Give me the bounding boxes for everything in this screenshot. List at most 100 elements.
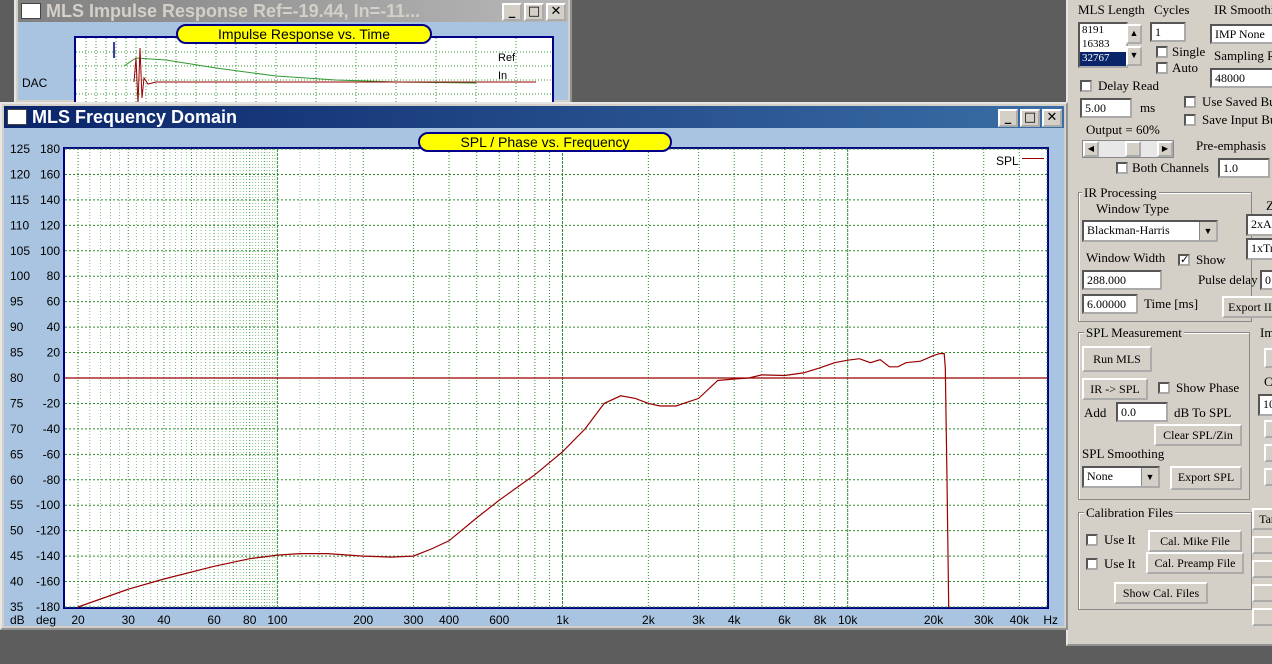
- use-saved-checkbox[interactable]: [1184, 96, 1196, 108]
- single-checkbox[interactable]: [1156, 46, 1168, 58]
- mls-length-list[interactable]: 8191 16383 32767: [1078, 22, 1128, 68]
- minimize-button[interactable]: _: [502, 3, 522, 21]
- y-tick-label-deg: -100: [36, 498, 60, 512]
- export-ir-button[interactable]: Export II: [1222, 296, 1272, 318]
- ir-smoothing-dropdown[interactable]: IMP None: [1210, 24, 1272, 44]
- spl-legend-label: SPL: [996, 154, 1019, 168]
- tar-button[interactable]: Tar: [1252, 508, 1272, 530]
- add-db-input[interactable]: 0.0: [1116, 402, 1168, 422]
- freq-chart-title: SPL / Phase vs. Frequency: [418, 132, 672, 152]
- output-slider-thumb[interactable]: [1125, 141, 1141, 157]
- y-tick-label-deg: -40: [43, 422, 61, 436]
- tar-button-4[interactable]: [1252, 584, 1272, 602]
- auto-checkbox[interactable]: [1156, 62, 1168, 74]
- output-slider-right-button[interactable]: ▶: [1157, 141, 1173, 157]
- y-tick-label-db: 40: [10, 575, 24, 589]
- x-tick-label: 30: [122, 613, 136, 627]
- mls-option-32767[interactable]: 32767: [1080, 52, 1126, 66]
- x-tick-label: 8k: [814, 613, 828, 627]
- show-checkbox[interactable]: ✓: [1178, 254, 1190, 266]
- output-slider-left-button[interactable]: ◀: [1083, 141, 1099, 157]
- cal-mike-file-button[interactable]: Cal. Mike File: [1148, 530, 1242, 552]
- y-tick-label-db: 75: [10, 396, 24, 410]
- im-button-4[interactable]: [1264, 468, 1272, 486]
- y-tick-label-deg: -180: [36, 600, 60, 614]
- freq-window-titlebar[interactable]: MLS Frequency Domain _ □ ✕: [4, 106, 1064, 128]
- sampling-rate-label: Sampling R: [1214, 48, 1272, 63]
- z-option-1xtr[interactable]: 1xTr: [1246, 238, 1272, 260]
- x-tick-label: 600: [489, 613, 509, 627]
- tar-button-3[interactable]: [1252, 560, 1272, 578]
- mls-spin-up-button[interactable]: ▲: [1126, 24, 1142, 44]
- clear-spl-zin-button[interactable]: Clear SPL/Zin: [1154, 424, 1242, 446]
- pulse-delay-input[interactable]: 0: [1260, 270, 1272, 290]
- app-icon: [21, 3, 41, 19]
- y-tick-label-deg: -160: [36, 575, 60, 589]
- y-tick-label-deg: -20: [43, 396, 61, 410]
- freq-window-body: 125 180 120 160 115 140 110 120 105 100 100 80 95 60 9…: [4, 128, 1064, 627]
- output-slider[interactable]: ◀ ▶: [1082, 140, 1174, 158]
- show-cal-files-button[interactable]: Show Cal. Files: [1114, 582, 1208, 604]
- use-mike-cal-checkbox[interactable]: [1086, 534, 1098, 546]
- mls-option-8191[interactable]: 8191: [1080, 24, 1126, 38]
- sampling-rate-input[interactable]: 48000: [1210, 68, 1272, 88]
- mls-option-16383[interactable]: 16383: [1080, 38, 1126, 52]
- ca-input[interactable]: 10: [1258, 394, 1272, 416]
- frequency-chart-svg: 125 180 120 160 115 140 110 120 105 100 100 80 95 60 9…: [10, 142, 1058, 627]
- y-tick-label-deg: 180: [40, 142, 60, 156]
- pulse-delay-label: Pulse delay: [1198, 272, 1258, 287]
- export-spl-button[interactable]: Export SPL: [1170, 466, 1242, 490]
- frequency-domain-window[interactable]: MLS Frequency Domain _ □ ✕ 125 180 120 160 1…: [0, 102, 1068, 630]
- x-tick-label: 1k: [556, 613, 570, 627]
- impulse-ref-trace: [123, 57, 477, 84]
- mls-spin-down-button[interactable]: ▼: [1126, 46, 1142, 66]
- y-tick-label-deg: 160: [40, 167, 60, 181]
- window-type-value: Blackman-Harris: [1087, 223, 1170, 237]
- x-tick-label: 40: [157, 613, 171, 627]
- y-tick-label-db: 125: [10, 142, 30, 156]
- cal-preamp-file-button[interactable]: Cal. Preamp File: [1146, 552, 1244, 574]
- y-tick-label-db: 95: [10, 295, 24, 309]
- ir-to-spl-button[interactable]: IR -> SPL: [1082, 378, 1148, 400]
- close-button[interactable]: ✕: [1042, 109, 1062, 127]
- window-width-input[interactable]: 288.000: [1082, 270, 1162, 290]
- both-channels-checkbox[interactable]: [1116, 162, 1128, 174]
- cycles-input[interactable]: 1: [1150, 22, 1186, 42]
- delay-input[interactable]: 5.00: [1080, 98, 1132, 118]
- pre-emphasis-input[interactable]: 1.0: [1218, 158, 1270, 178]
- minimize-button[interactable]: _: [998, 109, 1018, 127]
- close-button[interactable]: ✕: [546, 3, 566, 21]
- y-tick-label-deg: 20: [47, 346, 61, 360]
- y-tick-label-db: 60: [10, 473, 24, 487]
- x-tick-label: 3k: [692, 613, 706, 627]
- maximize-button[interactable]: □: [1020, 109, 1040, 127]
- spl-smoothing-dropdown[interactable]: None ▼: [1082, 466, 1160, 488]
- ms-label: ms: [1140, 100, 1156, 115]
- impulse-response-window[interactable]: MLS Impulse Response Ref=-19.44, In=-11.…: [14, 0, 572, 106]
- maximize-button[interactable]: □: [524, 3, 544, 21]
- impulse-legend-in: In: [498, 70, 508, 82]
- use-preamp-cal-checkbox[interactable]: [1086, 558, 1098, 570]
- app-icon: [7, 109, 27, 125]
- tar-button-2[interactable]: [1252, 536, 1272, 554]
- impulse-window-title: MLS Impulse Response Ref=-19.44, In=-11.…: [46, 1, 421, 21]
- y-tick-label-deg: 0: [53, 371, 60, 385]
- chevron-down-icon[interactable]: ▼: [1199, 222, 1216, 240]
- im-button-1[interactable]: [1264, 348, 1272, 368]
- window-type-dropdown[interactable]: Blackman-Harris ▼: [1082, 220, 1218, 242]
- impulse-window-titlebar[interactable]: MLS Impulse Response Ref=-19.44, In=-11.…: [18, 0, 568, 22]
- z-option-2xa[interactable]: 2xA: [1246, 214, 1272, 236]
- show-label: Show: [1196, 252, 1226, 267]
- save-input-checkbox[interactable]: [1184, 114, 1196, 126]
- im-button-2[interactable]: [1264, 420, 1272, 438]
- tar-button-5[interactable]: [1252, 608, 1272, 626]
- chevron-down-icon[interactable]: ▼: [1141, 468, 1158, 486]
- im-button-3[interactable]: [1264, 444, 1272, 462]
- impulse-window-body: Impulse Response vs. Time DAC Ref In: [18, 22, 568, 106]
- show-phase-label: Show Phase: [1176, 380, 1240, 395]
- time-input[interactable]: 6.00000: [1082, 294, 1138, 314]
- delay-read-checkbox[interactable]: [1080, 80, 1092, 92]
- impulse-grid: [76, 38, 552, 104]
- show-phase-checkbox[interactable]: [1158, 382, 1170, 394]
- run-mls-button[interactable]: Run MLS: [1082, 346, 1152, 372]
